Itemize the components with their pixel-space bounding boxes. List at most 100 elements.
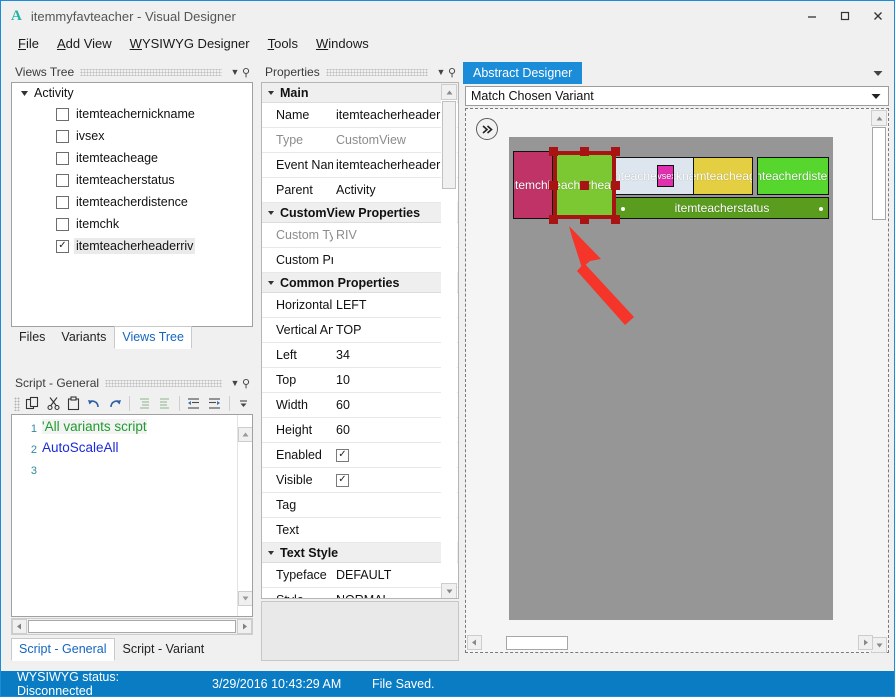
property-value[interactable]: 34: [333, 348, 458, 362]
tree-item-itemchk[interactable]: itemchk: [12, 213, 252, 235]
canvas-widget-ivsex[interactable]: ivsex: [657, 165, 674, 187]
overflow-icon[interactable]: [235, 394, 253, 413]
canvas-widget-itemteacherstatus[interactable]: itemteacherstatus: [615, 197, 829, 219]
scroll-down-arrow-icon[interactable]: [238, 591, 253, 606]
menu-item-windows[interactable]: Windows: [307, 33, 378, 54]
properties-grid[interactable]: Main Name itemteacherheaderriv Type Cust…: [261, 82, 459, 599]
redo-icon[interactable]: [105, 394, 123, 413]
tree-item-ivsex[interactable]: ivsex: [12, 125, 252, 147]
property-value-wrap[interactable]: LEFT: [333, 298, 458, 312]
property-row-visible[interactable]: Visible ✓: [262, 468, 458, 493]
script-vertical-scrollbar[interactable]: [237, 415, 252, 616]
scroll-right-arrow-icon[interactable]: [858, 635, 873, 650]
tree-item-itemteacherstatus[interactable]: itemteacherstatus: [12, 169, 252, 191]
chevron-down-icon[interactable]: ▼: [434, 67, 448, 77]
tree-item-itemteacherdistence[interactable]: itemteacherdistence: [12, 191, 252, 213]
undo-icon[interactable]: [85, 394, 103, 413]
tree-item-itemteacheage[interactable]: itemteacheage: [12, 147, 252, 169]
tab-abstract-designer[interactable]: Abstract Designer: [463, 62, 582, 84]
chevron-down-icon[interactable]: ▼: [228, 67, 242, 77]
property-row-name[interactable]: Name itemteacherheaderriv: [262, 103, 458, 128]
property-row-vertical-anchor[interactable]: Vertical An TOP: [262, 318, 458, 343]
tab-files[interactable]: Files: [11, 326, 53, 349]
resize-handle-se[interactable]: [611, 215, 620, 224]
script-editor[interactable]: 1 2 3 'All variants script AutoScaleAll: [11, 414, 253, 617]
outdent-icon[interactable]: [185, 394, 203, 413]
collapse-triangle-icon[interactable]: [265, 277, 277, 289]
property-row-tag[interactable]: Tag: [262, 493, 458, 518]
menu-item-file[interactable]: File: [9, 33, 48, 54]
resize-handle-nw[interactable]: [549, 147, 558, 156]
move-handle-center[interactable]: [580, 181, 589, 190]
checkbox-icon[interactable]: [56, 108, 69, 121]
properties-vertical-scrollbar[interactable]: [441, 84, 457, 599]
close-button[interactable]: [861, 1, 894, 31]
tab-script-variant[interactable]: Script - Variant: [115, 638, 213, 661]
toolbar-grip[interactable]: [14, 397, 20, 411]
scroll-left-arrow-icon[interactable]: [12, 619, 27, 634]
property-row-left[interactable]: Left 34: [262, 343, 458, 368]
canvas-widget-itemteacherdistence[interactable]: itemteacherdistence: [757, 157, 829, 195]
property-value[interactable]: 60: [333, 423, 458, 437]
scroll-down-arrow-icon[interactable]: [871, 637, 887, 653]
maximize-button[interactable]: [828, 1, 861, 31]
vscroll-thumb[interactable]: [872, 127, 886, 220]
property-value-wrap[interactable]: DEFAULT: [333, 568, 458, 582]
pin-icon[interactable]: ⚲: [242, 377, 250, 390]
collapse-triangle-icon[interactable]: [265, 207, 277, 219]
property-row-top[interactable]: Top 10: [262, 368, 458, 393]
expand-triangle-icon[interactable]: [18, 87, 30, 99]
scroll-right-arrow-icon[interactable]: [237, 619, 252, 634]
cut-icon[interactable]: [44, 394, 62, 413]
checkbox-checked-icon[interactable]: ✓: [336, 474, 349, 487]
scroll-up-arrow-icon[interactable]: [441, 84, 457, 100]
hscroll-thumb[interactable]: [506, 636, 568, 650]
property-row-horizontal-anchor[interactable]: Horizontal LEFT: [262, 293, 458, 318]
property-value-wrap[interactable]: Activity: [333, 183, 458, 197]
resize-handle-ne[interactable]: [611, 147, 620, 156]
property-row-enabled[interactable]: Enabled ✓: [262, 443, 458, 468]
hscroll-thumb[interactable]: [28, 620, 236, 633]
menu-item-wysiwyg-designer[interactable]: WYSIWYG Designer: [121, 33, 259, 54]
pin-icon[interactable]: ⚲: [242, 66, 250, 79]
property-group-common-properties[interactable]: Common Properties: [262, 273, 458, 293]
canvas-widget-itemchk[interactable]: itemchk: [513, 151, 553, 219]
property-group-main[interactable]: Main: [262, 83, 458, 103]
copy-icon[interactable]: [24, 394, 42, 413]
resize-handle-s[interactable]: [580, 215, 589, 224]
canvas-widget-itemteachernickname[interactable]: itemteachernickname: [615, 157, 695, 195]
tree-item-itemteacherheaderriv[interactable]: ✓ itemteacherheaderriv: [12, 235, 252, 257]
panel-grip[interactable]: [326, 69, 428, 76]
property-group-text-style[interactable]: Text Style: [262, 543, 458, 563]
panel-grip[interactable]: [105, 380, 222, 387]
property-group-customview-properties[interactable]: CustomView Properties: [262, 203, 458, 223]
tab-views-tree[interactable]: Views Tree: [114, 326, 192, 349]
property-value-wrap[interactable]: ✓: [333, 449, 458, 462]
checkbox-icon[interactable]: [56, 196, 69, 209]
scroll-up-arrow-icon[interactable]: [238, 427, 253, 442]
views-tree-list[interactable]: Activity itemteachernickname ivsex itemt…: [11, 82, 253, 327]
indent-icon[interactable]: [205, 394, 223, 413]
panel-grip[interactable]: [80, 69, 222, 76]
chevron-down-icon[interactable]: [871, 89, 881, 103]
scroll-left-arrow-icon[interactable]: [467, 635, 482, 650]
property-value[interactable]: itemteacherheaderriv: [333, 108, 458, 122]
property-value[interactable]: 10: [333, 373, 458, 387]
checkbox-icon[interactable]: [56, 152, 69, 165]
property-row-width[interactable]: Width 60: [262, 393, 458, 418]
script-horizontal-scrollbar[interactable]: [11, 618, 253, 635]
designer-canvas[interactable]: itemchk itemteachernickname ivsex itemte…: [467, 110, 872, 635]
property-row-typeface[interactable]: Typeface DEFAULT: [262, 563, 458, 588]
property-row-style[interactable]: Style NORMAL: [262, 588, 458, 599]
chevron-down-icon[interactable]: ▼: [228, 378, 242, 388]
checkbox-checked-icon[interactable]: ✓: [56, 240, 69, 253]
vscroll-thumb[interactable]: [442, 101, 456, 189]
collapse-triangle-icon[interactable]: [265, 547, 277, 559]
scroll-down-arrow-icon[interactable]: [441, 583, 457, 599]
minimize-button[interactable]: [795, 1, 828, 31]
tree-item-itemteachernickname[interactable]: itemteachernickname: [12, 103, 252, 125]
property-value-wrap[interactable]: NORMAL: [333, 593, 458, 599]
tab-variants[interactable]: Variants: [53, 326, 114, 349]
property-row-text[interactable]: Text ...: [262, 518, 458, 543]
checkbox-icon[interactable]: [56, 218, 69, 231]
